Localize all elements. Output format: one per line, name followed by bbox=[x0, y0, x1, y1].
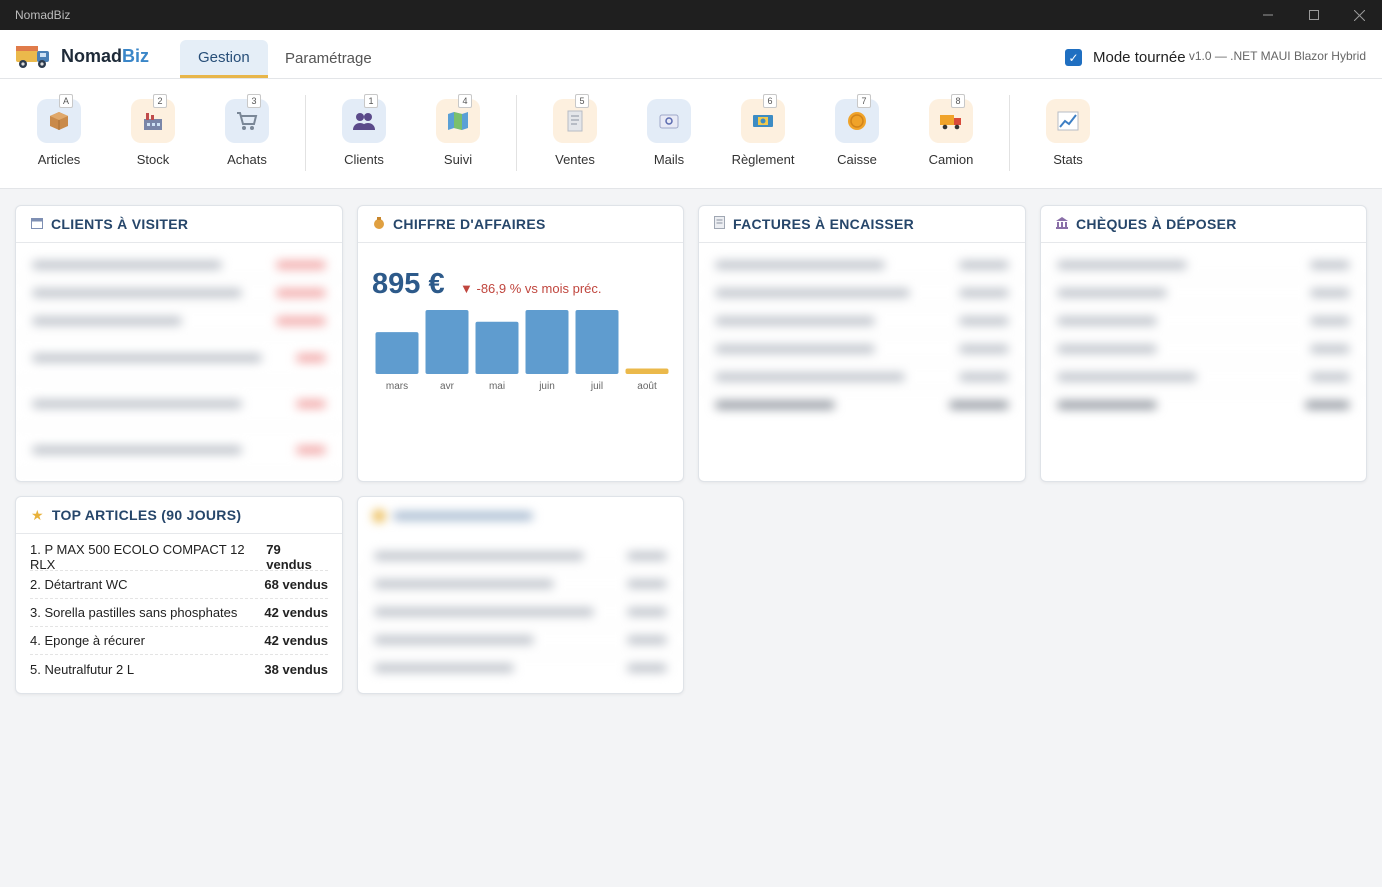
card-top-articles: ★ TOP ARTICLES (90 JOURS) 1. P MAX 500 E… bbox=[15, 496, 343, 694]
card-header: CHIFFRE D'AFFAIRES bbox=[358, 206, 683, 243]
moneybag-icon bbox=[373, 216, 385, 232]
revenue-bar-chart: mars avr mai juin juil août bbox=[375, 310, 669, 392]
mode-tournee-label: Mode tournée bbox=[1093, 49, 1186, 66]
close-icon bbox=[1353, 9, 1365, 21]
module-toolbar: A Articles 2 Stock 3 Achats 1 Clients 4 … bbox=[0, 79, 1382, 189]
chart-bar bbox=[375, 332, 419, 374]
card-header: FACTURES À ENCAISSER bbox=[699, 206, 1025, 243]
blurred-card-content bbox=[358, 497, 683, 682]
list-item[interactable]: 3. Sorella pastilles sans phosphates 42 v… bbox=[30, 599, 328, 627]
version-label: v1.0 — .NET MAUI Blazor Hybrid bbox=[1188, 49, 1366, 63]
maximize-button[interactable] bbox=[1291, 0, 1337, 30]
toolbar-separator bbox=[516, 95, 517, 171]
receipt-icon: 5 bbox=[553, 94, 597, 143]
maximize-icon bbox=[1309, 10, 1319, 20]
tab-parametrage[interactable]: Paramétrage bbox=[267, 40, 390, 77]
list-item[interactable]: 1. P MAX 500 ECOLO COMPACT 12 RLX 79 vend… bbox=[30, 542, 328, 572]
chart-bar bbox=[475, 321, 519, 374]
card-title: FACTURES À ENCAISSER bbox=[733, 216, 915, 232]
chart-tick-label: avr bbox=[440, 381, 455, 392]
revenue-amount: 895 € bbox=[372, 268, 445, 300]
chart-tick-label: juil bbox=[590, 381, 603, 392]
chart-tick-label: mai bbox=[489, 381, 505, 392]
card-title: CLIENTS À VISITER bbox=[51, 216, 189, 232]
tab-gestion[interactable]: Gestion bbox=[180, 40, 268, 78]
coin-icon: 7 bbox=[835, 94, 879, 143]
mail-icon bbox=[647, 99, 691, 143]
list-item[interactable]: 5. Neutralfutur 2 L 38 vendus bbox=[30, 655, 328, 683]
toolbar-separator bbox=[1009, 95, 1010, 171]
chart-bar bbox=[525, 310, 569, 374]
calendar-icon bbox=[31, 217, 43, 232]
card-title: CHIFFRE D'AFFAIRES bbox=[393, 216, 546, 232]
toolbar-suivi[interactable]: 4 Suivi bbox=[416, 94, 500, 167]
card-clients-a-visiter: CLIENTS À VISITER bbox=[15, 205, 343, 482]
chart-bar bbox=[625, 368, 669, 374]
card-blurred bbox=[357, 496, 684, 694]
chart-bar bbox=[425, 310, 469, 374]
minimize-button[interactable] bbox=[1245, 0, 1291, 30]
card-factures-a-encaisser: FACTURES À ENCAISSER bbox=[698, 205, 1026, 482]
toolbar-stock[interactable]: 2 Stock bbox=[111, 94, 195, 167]
app-brand: NomadBiz bbox=[61, 46, 150, 66]
factory-icon: 2 bbox=[131, 94, 175, 143]
revenue-delta: ▼ -86,9 % vs mois préc. bbox=[460, 281, 602, 296]
mode-tournee-checkbox[interactable]: ✓ bbox=[1065, 49, 1082, 66]
card-header: CLIENTS À VISITER bbox=[16, 206, 342, 243]
card-title: TOP ARTICLES (90 JOURS) bbox=[51, 507, 242, 523]
down-triangle-icon: ▼ bbox=[460, 281, 473, 296]
card-header: CHÈQUES À DÉPOSER bbox=[1041, 206, 1366, 243]
list-item[interactable]: 4. Eponge à récurer 42 vendus bbox=[30, 627, 328, 655]
toolbar-mails[interactable]: Mails bbox=[627, 99, 711, 167]
receipt-icon bbox=[714, 216, 725, 232]
chart-tick-label: juin bbox=[538, 381, 555, 392]
people-icon: 1 bbox=[342, 94, 386, 143]
box-icon: A bbox=[37, 94, 81, 143]
toolbar-caisse[interactable]: 7 Caisse bbox=[815, 94, 899, 167]
truck-logo-icon bbox=[16, 46, 49, 68]
chart-tick-label: août bbox=[637, 381, 657, 392]
blurred-invoice-list bbox=[699, 243, 1025, 419]
map-icon: 4 bbox=[436, 94, 480, 143]
blurred-cheque-list bbox=[1041, 243, 1366, 419]
blurred-client-list bbox=[16, 243, 342, 473]
chart-tick-label: mars bbox=[386, 381, 408, 392]
cart-icon: 3 bbox=[225, 94, 269, 143]
truck-icon: 8 bbox=[929, 94, 973, 143]
toolbar-achats[interactable]: 3 Achats bbox=[205, 94, 289, 167]
toolbar-camion[interactable]: 8 Camion bbox=[909, 94, 993, 167]
card-cheques-a-deposer: CHÈQUES À DÉPOSER bbox=[1040, 205, 1367, 482]
close-button[interactable] bbox=[1336, 0, 1382, 30]
list-item[interactable]: 2. Détartrant WC 68 vendus bbox=[30, 571, 328, 599]
bank-icon bbox=[1056, 216, 1068, 232]
toolbar-articles[interactable]: A Articles bbox=[17, 94, 101, 167]
toolbar-clients[interactable]: 1 Clients bbox=[322, 94, 406, 167]
toolbar-ventes[interactable]: 5 Ventes bbox=[533, 94, 617, 167]
banknote-icon: 6 bbox=[741, 94, 785, 143]
window-title: NomadBiz bbox=[15, 8, 71, 22]
card-title: CHÈQUES À DÉPOSER bbox=[1076, 216, 1237, 232]
toolbar-separator bbox=[305, 95, 306, 171]
mode-tournee-toggle[interactable]: ✓ Mode tournée bbox=[1065, 49, 1186, 66]
toolbar-reglement[interactable]: 6 Règlement bbox=[721, 94, 805, 167]
toolbar-stats[interactable]: Stats bbox=[1026, 99, 1110, 167]
window-titlebar: NomadBiz bbox=[0, 0, 1382, 30]
card-chiffre-affaires: CHIFFRE D'AFFAIRES 895 € ▼ -86,9 % vs mo… bbox=[357, 205, 684, 482]
app-header: NomadBiz Gestion Paramétrage ✓ Mode tour… bbox=[0, 30, 1382, 79]
chart-icon bbox=[1046, 99, 1090, 143]
chart-bar bbox=[575, 310, 619, 374]
minimize-icon bbox=[1263, 14, 1273, 16]
star-icon: ★ bbox=[31, 506, 44, 523]
card-header: ★ TOP ARTICLES (90 JOURS) bbox=[16, 497, 342, 534]
